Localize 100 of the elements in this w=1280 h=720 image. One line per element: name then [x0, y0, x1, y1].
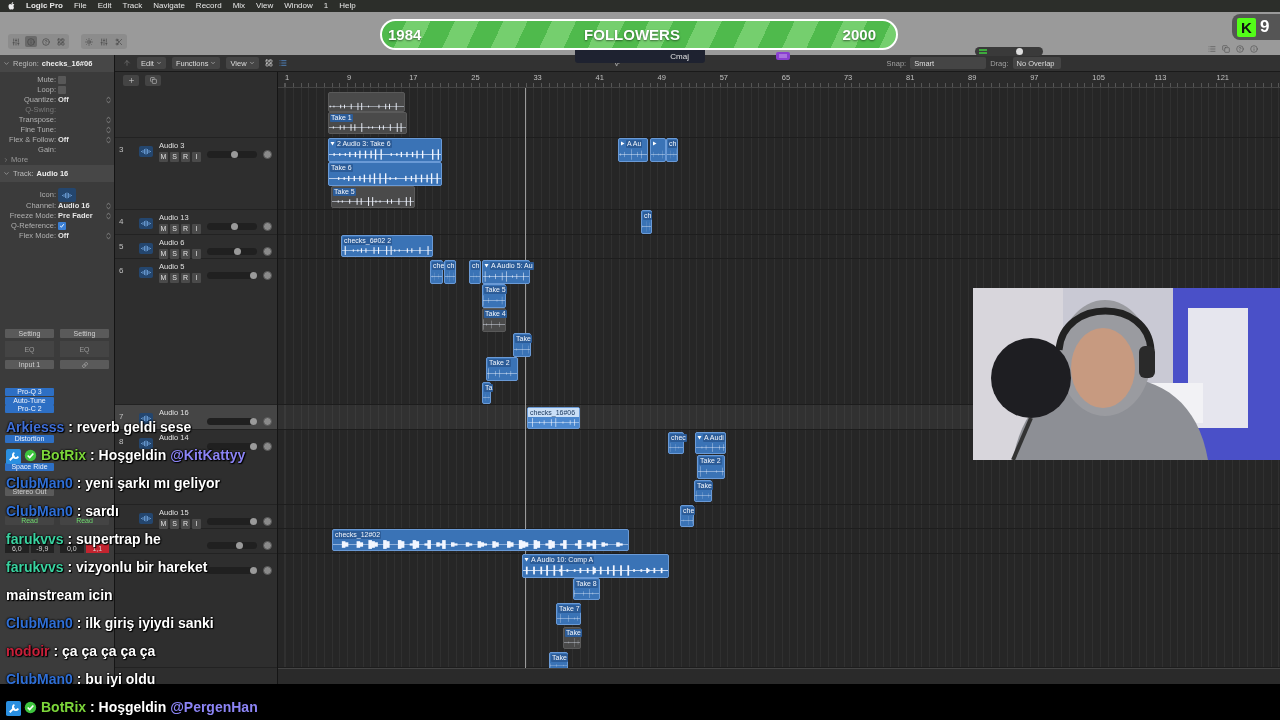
link-icon	[81, 361, 88, 368]
master-volume-slider[interactable]	[975, 47, 1043, 56]
waveform-icon	[139, 218, 153, 230]
sliders-icon[interactable]	[10, 36, 22, 47]
menu-item[interactable]: View	[256, 2, 274, 10]
waveform-icon	[139, 243, 153, 255]
stepper-icon[interactable]	[106, 212, 111, 220]
chat-message: nodoir : ça ça ça ça ça	[6, 643, 156, 659]
waveform-drawing	[483, 392, 490, 403]
slider-thumb[interactable]	[1016, 48, 1024, 55]
pan-knob[interactable]	[263, 517, 272, 526]
stepper-icon[interactable]	[106, 96, 111, 104]
chevron-down-icon[interactable]	[3, 60, 10, 67]
chat-message: ClubMan0 : bu iyi oldu	[6, 671, 156, 687]
volume-slider[interactable]	[207, 272, 257, 279]
lines-icon	[979, 49, 987, 54]
volume-slider[interactable]	[207, 223, 257, 230]
platform-logo: K	[1237, 17, 1256, 37]
slider-thumb[interactable]	[249, 272, 257, 279]
volume-slider[interactable]	[207, 151, 257, 158]
mention-link[interactable]: @PergenHan	[170, 699, 258, 715]
pan-knob[interactable]	[263, 566, 272, 575]
pan-knob[interactable]	[263, 271, 272, 280]
menu-item[interactable]: 1	[323, 2, 329, 10]
menu-item[interactable]: Help	[339, 2, 356, 10]
track-number: 4	[119, 217, 125, 226]
volume-slider[interactable]	[207, 542, 257, 549]
menu-item[interactable]: File	[73, 2, 87, 10]
triangle-down-icon[interactable]	[330, 141, 335, 146]
waveform-icon	[139, 513, 153, 525]
triangle-right-icon[interactable]	[652, 141, 657, 146]
grid-icon[interactable]	[264, 59, 273, 67]
mixer-icon[interactable]	[98, 36, 110, 47]
stepper-icon[interactable]	[106, 202, 111, 210]
track-number: 8	[119, 437, 125, 446]
checkbox[interactable]	[58, 76, 66, 84]
waveform-icon	[139, 267, 153, 279]
track-number: 6	[119, 266, 125, 275]
volume-slider[interactable]	[207, 443, 257, 450]
slider-thumb[interactable]	[249, 518, 257, 525]
menu-item[interactable]: Edit	[97, 2, 112, 10]
chat-message: BotRix : Hoşgeldin @KitKattyy	[41, 447, 246, 463]
volume-slider[interactable]	[207, 248, 257, 255]
pan-knob[interactable]	[263, 150, 272, 159]
waveform-icon[interactable]	[58, 188, 76, 203]
triangle-right-icon[interactable]	[620, 141, 625, 146]
pan-knob[interactable]	[263, 417, 272, 426]
viewer-count: 9	[1260, 17, 1270, 37]
slider-thumb[interactable]	[233, 248, 241, 255]
slider-thumb[interactable]	[231, 151, 238, 158]
waveform-drawing	[695, 490, 711, 501]
triangle-down-icon[interactable]	[697, 435, 702, 440]
list-icon[interactable]	[278, 59, 287, 67]
triangle-down-icon[interactable]	[484, 263, 489, 268]
key-signature: Cmaj	[670, 53, 689, 61]
pan-knob[interactable]	[263, 247, 272, 256]
track-number: 7	[119, 412, 124, 421]
menu-item[interactable]: Navigate	[153, 2, 185, 10]
slider-thumb[interactable]	[249, 443, 257, 450]
menu-item[interactable]: Record	[195, 2, 222, 10]
volume-slider[interactable]	[207, 518, 257, 525]
chat-message: ClubMan0 : ilk giriş iyiydi sanki	[6, 615, 214, 631]
waveform-icon	[139, 438, 153, 450]
chevron-down-icon[interactable]	[3, 170, 10, 177]
app-menu[interactable]: Logic Pro	[26, 2, 63, 10]
audio-region[interactable]	[328, 92, 405, 112]
stepper-icon[interactable]	[106, 126, 111, 134]
slider-thumb[interactable]	[231, 223, 238, 230]
duplicate-track-button[interactable]	[145, 74, 161, 86]
track-number: 3	[119, 145, 125, 154]
pan-knob[interactable]	[263, 222, 272, 231]
menu-item[interactable]: Track	[122, 2, 143, 10]
pan-knob[interactable]	[263, 541, 272, 550]
slider-thumb[interactable]	[249, 567, 257, 574]
waveform-drawing	[557, 613, 580, 624]
waveform-drawing	[483, 318, 505, 331]
stepper-icon[interactable]	[106, 116, 111, 124]
triangle-down-icon[interactable]	[524, 557, 529, 562]
apple-logo-icon[interactable]	[8, 2, 15, 10]
checkbox[interactable]	[58, 86, 66, 94]
goal-label: FOLLOWERS	[584, 26, 680, 43]
volume-slider[interactable]	[207, 567, 257, 574]
add-track-button[interactable]	[123, 74, 139, 86]
chevron-down-icon	[155, 60, 162, 66]
checkbox[interactable]	[58, 222, 66, 230]
mention-link[interactable]: @KitKattyy	[170, 447, 246, 463]
stepper-icon[interactable]	[106, 232, 111, 240]
menu-item[interactable]: Window	[284, 2, 313, 10]
slider-thumb[interactable]	[249, 418, 257, 425]
chevron-down-icon	[210, 60, 217, 66]
chevron-down-icon	[248, 60, 255, 66]
take-folder-region[interactable]	[650, 138, 666, 162]
goal-target: 2000	[842, 26, 876, 43]
slider-thumb[interactable]	[235, 542, 243, 549]
chat-message: Arkiesss : reverb geldi sese	[6, 419, 192, 435]
pan-knob[interactable]	[263, 442, 272, 451]
menu-item[interactable]: Mix	[232, 2, 246, 10]
volume-slider[interactable]	[207, 418, 257, 425]
waveform-drawing	[574, 588, 599, 599]
stepper-icon[interactable]	[106, 136, 111, 144]
